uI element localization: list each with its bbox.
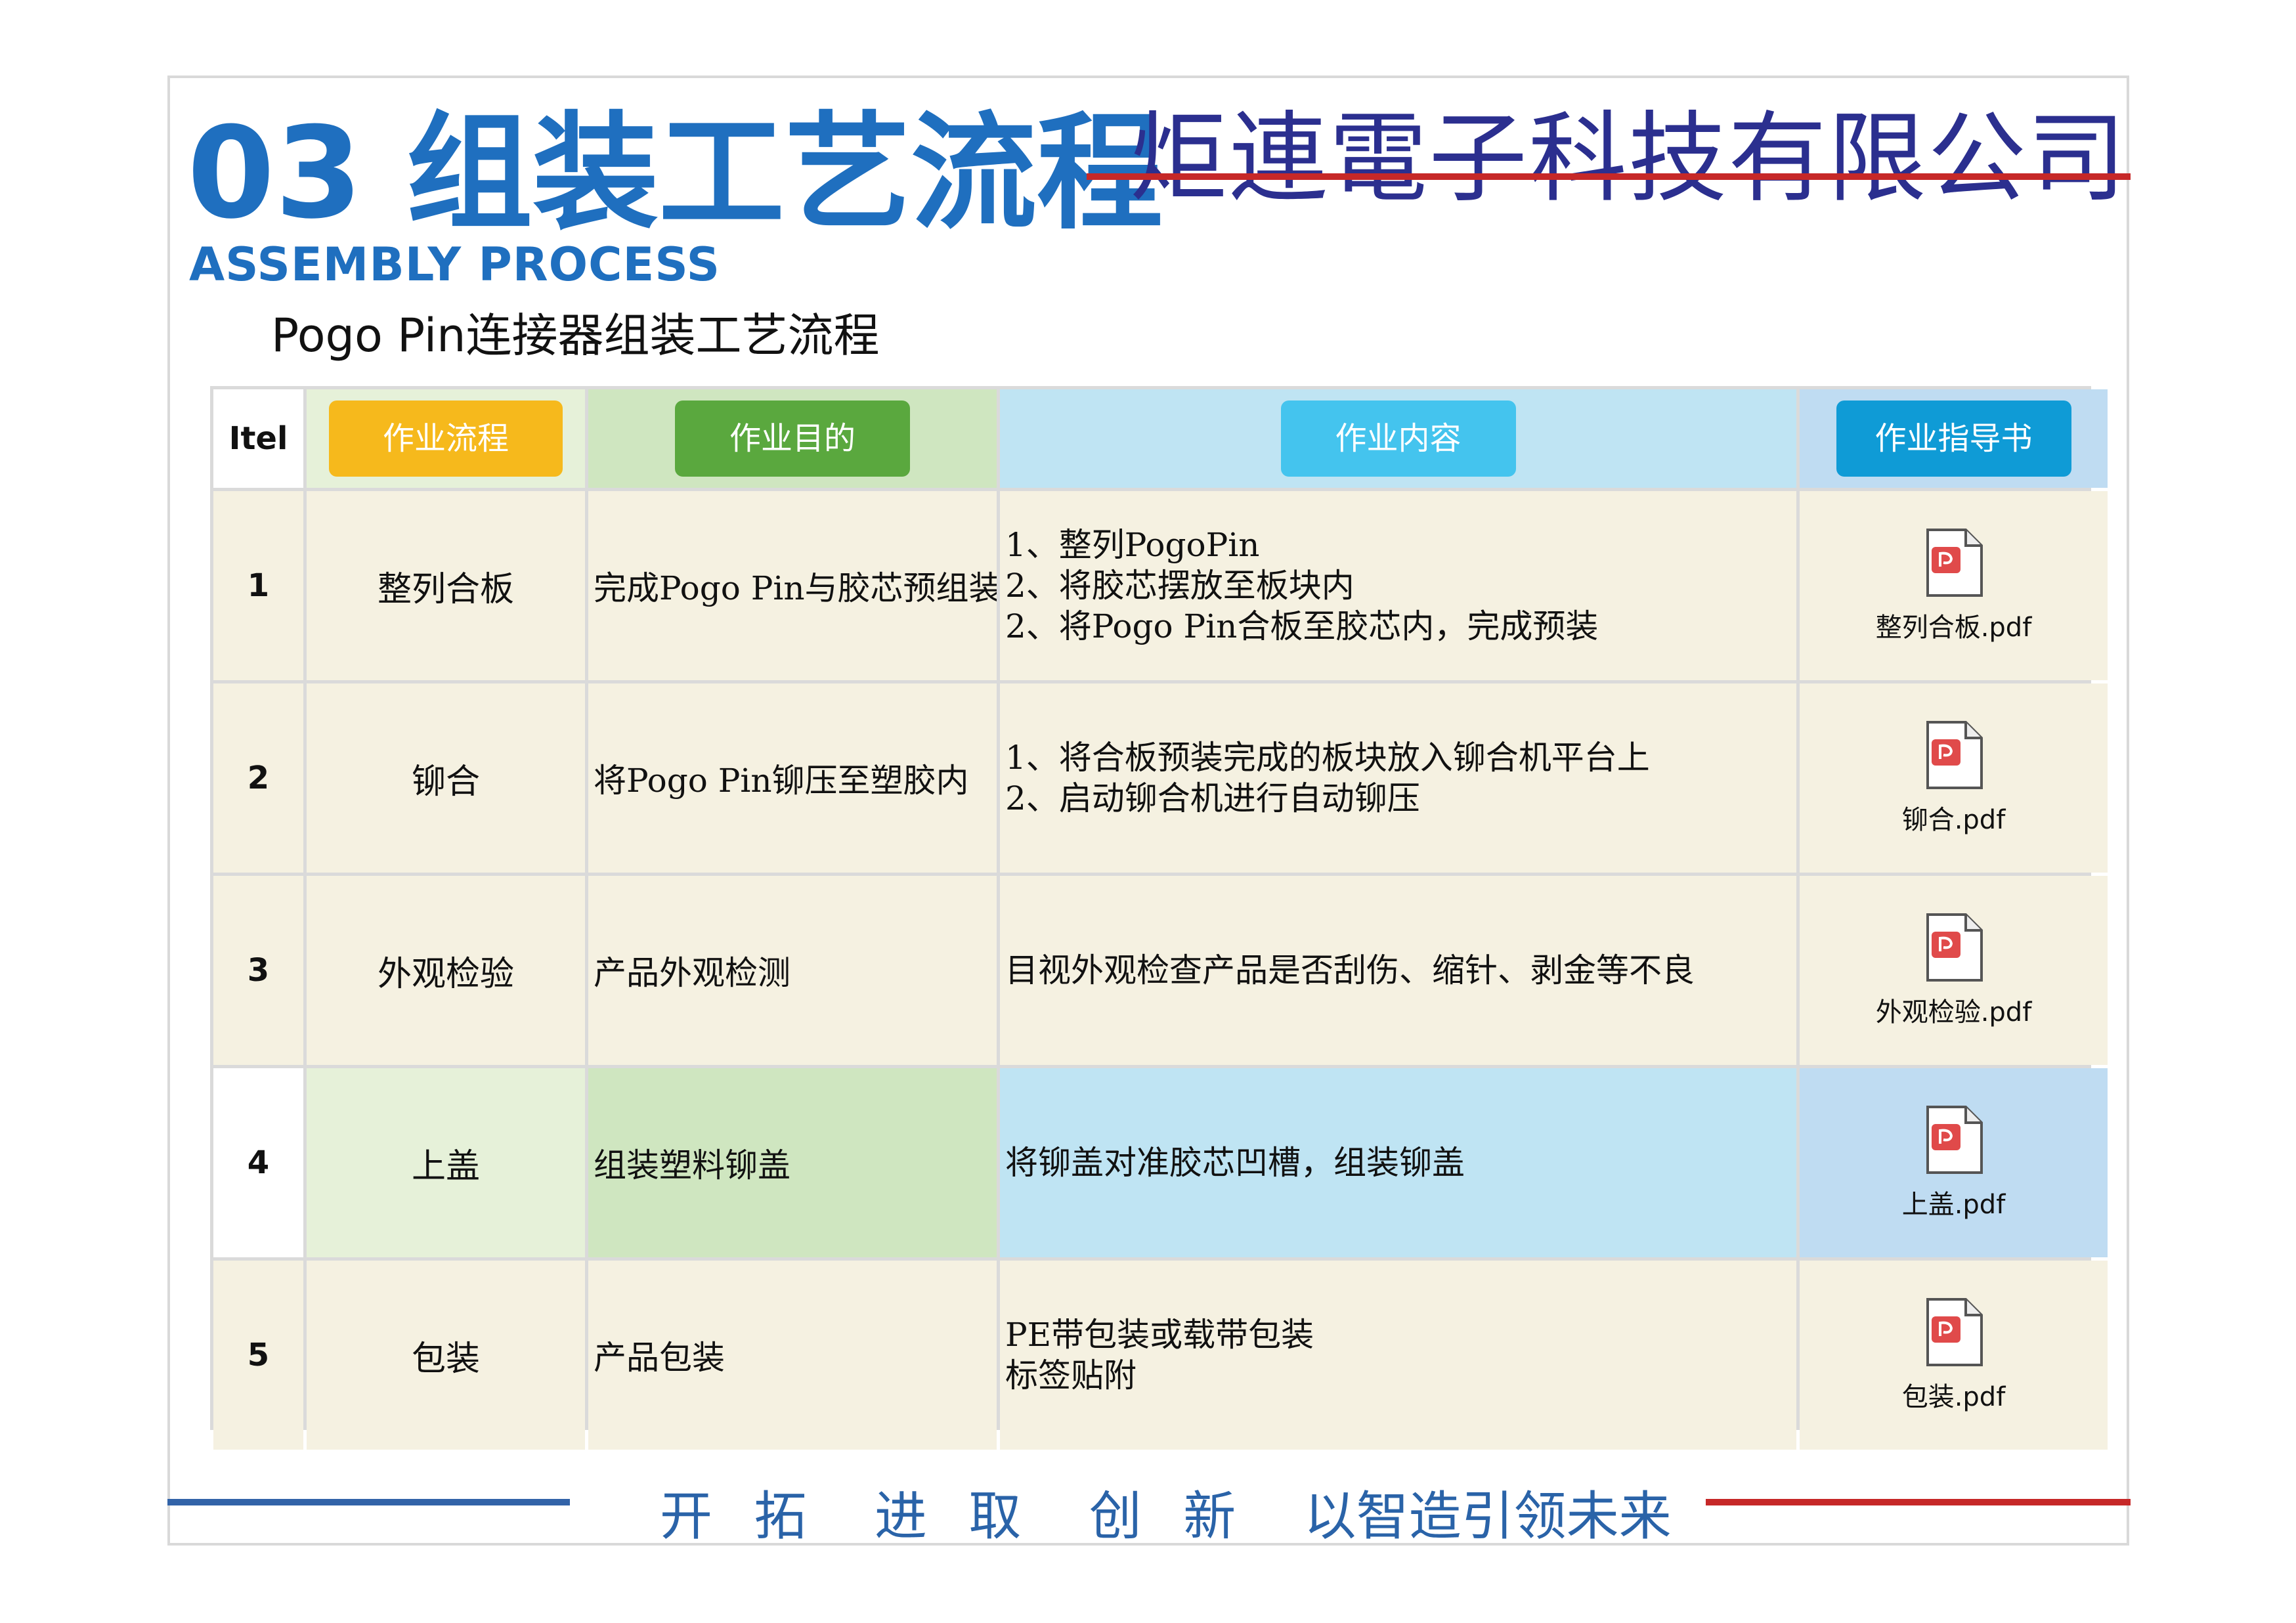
header-purpose: 作业目的	[588, 389, 997, 488]
page-title: 03 组装工艺流程	[187, 100, 1163, 247]
pdf-file-icon[interactable]	[1924, 912, 1984, 983]
row-2-content: 1、将合板预装完成的板块放入铆合机平台上 2、启动铆合机进行自动铆压	[1000, 683, 1796, 873]
row-5-content: PE带包装或载带包装 标签贴附	[1000, 1261, 1796, 1450]
row-2-purpose: 将Pogo Pin铆压至塑胶内	[588, 683, 997, 873]
row-2-guide[interactable]: 铆合.pdf	[1800, 683, 2108, 873]
process-table: Itel 作业流程 作业目的 作业内容 作业指导书 1 整列合板 完成Pogo …	[210, 386, 2108, 1450]
slogan-char: 创	[1089, 1486, 1142, 1547]
row-1-process: 整列合板	[307, 491, 585, 680]
row-2-content-line: 1、将合板预装完成的板块放入铆合机平台上	[1005, 739, 1650, 777]
page-description: Pogo Pin连接器组装工艺流程	[271, 309, 880, 362]
footer-divider-right	[1706, 1499, 2131, 1505]
row-4-guide[interactable]: 上盖.pdf	[1800, 1068, 2108, 1257]
row-4-content-line: 将铆盖对准胶芯凹槽，组装铆盖	[1005, 1144, 1465, 1182]
pdf-file-icon[interactable]	[1924, 720, 1984, 790]
row-3-purpose: 产品外观检测	[588, 876, 997, 1065]
row-1-content-line: 1、整列PogoPin	[1005, 526, 1260, 564]
row-1-content: 1、整列PogoPin 2、将胶芯摆放至板块内 2、将Pogo Pin合板至胶芯…	[1000, 491, 1796, 680]
row-5-guide-label[interactable]: 包装.pdf	[1902, 1375, 2006, 1414]
row-3-content: 目视外观检查产品是否刮伤、缩针、剥金等不良	[1000, 876, 1796, 1065]
header-purpose-label: 作业目的	[675, 400, 910, 477]
pdf-file-icon[interactable]	[1924, 1297, 1984, 1368]
company-name: 炬連電子科技有限公司	[1129, 102, 2128, 216]
row-4-process: 上盖	[307, 1068, 585, 1257]
slogan-char: 进	[874, 1486, 927, 1547]
header-item: Itel	[213, 389, 303, 488]
slogan-phrase: 以智造引领未来	[1303, 1486, 1672, 1547]
row-5-process: 包装	[307, 1261, 585, 1450]
row-5-purpose: 产品包装	[588, 1261, 997, 1450]
row-4-guide-label[interactable]: 上盖.pdf	[1902, 1183, 2006, 1221]
row-1-guide[interactable]: 整列合板.pdf	[1800, 491, 2108, 680]
row-3-guide[interactable]: 外观检验.pdf	[1800, 876, 2108, 1065]
header-divider	[1087, 173, 2131, 180]
header-process-label: 作业流程	[329, 400, 563, 477]
footer-divider-left	[167, 1499, 570, 1505]
slogan-char: 取	[968, 1486, 1022, 1547]
row-4-purpose: 组装塑料铆盖	[588, 1068, 997, 1257]
row-1-content-line: 2、将胶芯摆放至板块内	[1005, 567, 1354, 605]
row-2-guide-label[interactable]: 铆合.pdf	[1902, 798, 2006, 836]
row-1-guide-label[interactable]: 整列合板.pdf	[1876, 606, 2032, 644]
header-process: 作业流程	[307, 389, 585, 488]
row-2-num: 2	[213, 683, 303, 873]
slogan-char: 开	[660, 1486, 712, 1547]
row-5-guide[interactable]: 包装.pdf	[1800, 1261, 2108, 1450]
header-content: 作业内容	[1000, 389, 1796, 488]
row-5-num: 5	[213, 1261, 303, 1450]
row-4-num: 4	[213, 1068, 303, 1257]
page-subtitle: ASSEMBLY PROCESS	[189, 238, 721, 292]
row-4-content: 将铆盖对准胶芯凹槽，组装铆盖	[1000, 1068, 1796, 1257]
row-3-content-line: 目视外观检查产品是否刮伤、缩针、剥金等不良	[1005, 951, 1695, 989]
header-content-label: 作业内容	[1280, 400, 1516, 477]
header-guide-label: 作业指导书	[1836, 400, 2071, 477]
row-3-num: 3	[213, 876, 303, 1065]
row-1-num: 1	[213, 491, 303, 680]
header-guide: 作业指导书	[1800, 389, 2108, 488]
pdf-file-icon[interactable]	[1924, 527, 1984, 598]
row-2-content-line: 2、启动铆合机进行自动铆压	[1005, 779, 1420, 817]
row-1-content-line: 2、将Pogo Pin合板至胶芯内，完成预装	[1005, 607, 1599, 645]
row-3-process: 外观检验	[307, 876, 585, 1065]
pdf-file-icon[interactable]	[1924, 1104, 1984, 1175]
slogan-char: 新	[1183, 1486, 1236, 1547]
footer-slogan: 开 拓 进 取 创 新 以智造引领未来	[660, 1474, 1697, 1550]
row-5-content-line: PE带包装或载带包装	[1005, 1316, 1314, 1354]
row-1-purpose: 完成Pogo Pin与胶芯预组装	[588, 491, 997, 680]
row-5-content-line: 标签贴附	[1005, 1356, 1137, 1395]
row-2-process: 铆合	[307, 683, 585, 873]
row-3-guide-label[interactable]: 外观检验.pdf	[1876, 991, 2032, 1029]
slogan-char: 拓	[754, 1486, 807, 1547]
